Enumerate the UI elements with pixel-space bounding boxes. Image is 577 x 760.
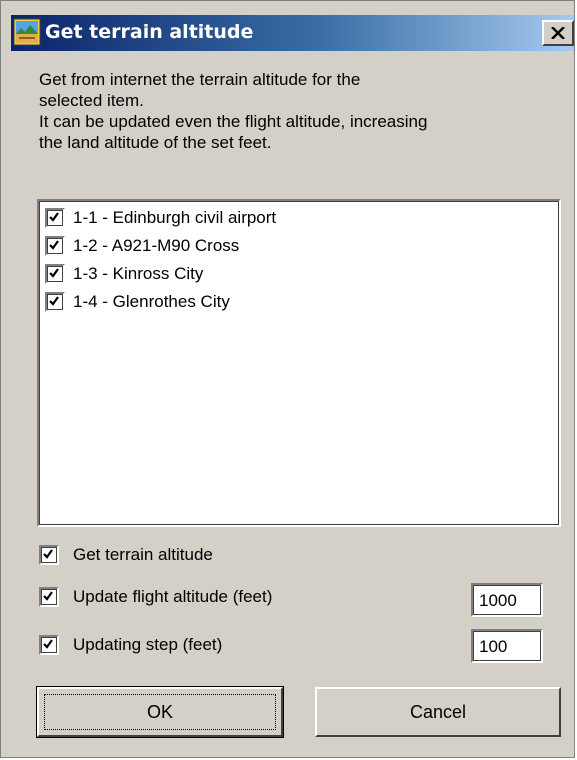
list-item-label: 1-1 - Edinburgh civil airport: [73, 208, 277, 227]
list-item-1-1[interactable]: 1-1 - Edinburgh civil airport: [45, 207, 276, 229]
terrain-map-icon: [13, 18, 41, 46]
cancel-button[interactable]: Cancel: [315, 687, 561, 737]
updating-step-label: Updating step (feet): [73, 635, 223, 654]
checkmark-icon: [49, 212, 59, 222]
title-bar[interactable]: Get terrain altitude: [11, 15, 574, 51]
updating-step-option[interactable]: Updating step (feet): [39, 633, 222, 657]
description-line: the land altitude of the set feet.: [39, 133, 272, 152]
dialog-window: Get terrain altitude Get from internet t…: [0, 0, 575, 758]
cancel-button-label: Cancel: [409, 701, 467, 722]
description-line: Get from internet the terrain altitude f…: [39, 70, 361, 89]
list-item-1-4[interactable]: 1-4 - Glenrothes City: [45, 291, 230, 313]
checkmark-icon: [49, 240, 59, 250]
description-line: selected item.: [39, 91, 144, 110]
update-flight-checkbox[interactable]: [39, 587, 59, 607]
get-terrain-label: Get terrain altitude: [73, 545, 213, 564]
list-item-checkbox[interactable]: [45, 236, 65, 256]
list-item-label: 1-4 - Glenrothes City: [73, 292, 230, 311]
list-item-checkbox[interactable]: [45, 292, 65, 312]
list-item-checkbox[interactable]: [45, 208, 65, 228]
list-item-label: 1-3 - Kinross City: [73, 264, 204, 283]
checkmark-icon: [49, 296, 59, 306]
focus-rectangle: [44, 694, 276, 730]
list-item-label: 1-2 - A921-M90 Cross: [73, 236, 240, 255]
checkmark-icon: [43, 549, 53, 559]
description-text: Get from internet the terrain altitude f…: [39, 69, 559, 153]
waypoint-checklist[interactable]: 1-1 - Edinburgh civil airport 1-2 - A921…: [37, 199, 561, 527]
list-item-1-2[interactable]: 1-2 - A921-M90 Cross: [45, 235, 239, 257]
updating-step-checkbox[interactable]: [39, 635, 59, 655]
window-title: Get terrain altitude: [45, 21, 254, 43]
close-button[interactable]: [542, 20, 574, 46]
checkmark-icon: [43, 591, 53, 601]
get-terrain-checkbox[interactable]: [39, 545, 59, 565]
checkmark-icon: [43, 639, 53, 649]
update-flight-label: Update flight altitude (feet): [73, 587, 273, 606]
update-flight-option[interactable]: Update flight altitude (feet): [39, 585, 272, 609]
ok-button[interactable]: OK: [36, 686, 284, 738]
list-item-checkbox[interactable]: [45, 264, 65, 284]
description-line: It can be updated even the flight altitu…: [39, 112, 428, 131]
list-item-1-3[interactable]: 1-3 - Kinross City: [45, 263, 203, 285]
updating-step-field[interactable]: 100: [471, 629, 543, 663]
get-terrain-option[interactable]: Get terrain altitude: [39, 543, 213, 567]
checkmark-icon: [49, 268, 59, 278]
flight-altitude-field[interactable]: 1000: [471, 583, 543, 617]
close-icon: [551, 27, 565, 39]
